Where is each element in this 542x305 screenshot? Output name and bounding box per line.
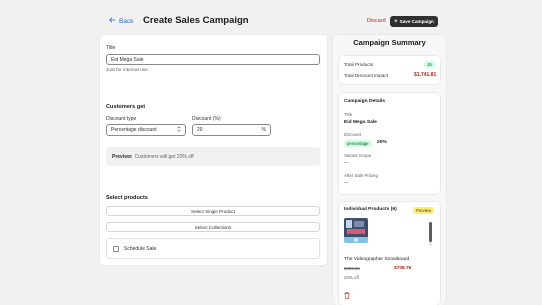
select-collections-button[interactable]: Select Collections [106, 222, 320, 232]
percent-suffix: % [261, 127, 266, 133]
back-button[interactable]: Back [109, 17, 133, 25]
discount-type-select[interactable]: Percentage discount [106, 124, 186, 136]
discount-percent-label: Discount (%) [192, 116, 221, 122]
after-sale-label: After Sale Pricing [344, 173, 378, 178]
total-products-label: Total Products [344, 62, 374, 67]
products-scrollbar[interactable] [429, 222, 432, 246]
product-off-text: 20% off [344, 275, 359, 280]
title-help-text: Just for internal use [106, 68, 148, 73]
variant-scope-label: Variant Scope [344, 153, 372, 158]
discount-type-badge: percentage [344, 140, 372, 147]
next-product-image [349, 300, 363, 305]
plus-icon: + [394, 18, 398, 25]
product-image [344, 218, 368, 243]
details-title-value: Eid Mega Sale [344, 120, 377, 125]
discount-type-label: Discount type [106, 116, 137, 122]
preview-text: Customers will get 20% off [134, 153, 194, 160]
save-campaign-button[interactable]: + Save Campaign [390, 16, 438, 27]
discount-type-value: Percentage discount [111, 127, 157, 133]
details-discount-value: 20% [377, 140, 387, 145]
discount-percent-value: 20 [197, 127, 203, 133]
schedule-sale-row[interactable]: Schedule Sale [106, 238, 320, 259]
title-input-value: Eid Mega Sale [111, 56, 144, 63]
schedule-sale-label: Schedule Sale [124, 245, 157, 252]
select-single-product-button[interactable]: Select Single Product [106, 206, 320, 216]
variant-scope-value: — [344, 160, 349, 165]
schedule-sale-checkbox[interactable] [113, 245, 119, 252]
discount-preview: Preview: Customers will get 20% off [106, 147, 320, 166]
title-label: Title [106, 45, 116, 51]
details-title-label: Title [344, 112, 353, 117]
campaign-details-heading: Campaign Details [344, 99, 386, 104]
page-title: Create Sales Campaign [143, 15, 249, 26]
after-sale-value: — [344, 180, 349, 185]
product-sale-price: $708.76 [394, 266, 412, 271]
customers-get-heading: Customers get [106, 104, 146, 110]
preview-prefix: Preview: [112, 153, 133, 160]
details-discount-label: Discount [344, 132, 362, 137]
totals-card [339, 56, 440, 84]
chevron-updown-icon [177, 126, 181, 134]
total-products-badge: 15 [424, 61, 435, 68]
total-discount-value: $1,741.81 [414, 72, 437, 78]
campaign-summary-title: Campaign Summary [353, 38, 426, 47]
discount-percent-input[interactable]: 20 % [192, 124, 271, 136]
save-campaign-label: Save Campaign [399, 19, 434, 24]
arrow-left-icon [109, 17, 116, 25]
total-discount-label: Total Discount Impact [344, 73, 388, 78]
product-name: The Videographer Snowboard [344, 257, 410, 262]
discard-button[interactable]: Discard [367, 18, 386, 24]
product-original-price: $885.95 [344, 266, 360, 271]
individual-products-heading: Individual Products (6) [344, 207, 397, 212]
select-products-heading: Select products [106, 195, 148, 201]
back-label: Back [119, 17, 134, 25]
title-input[interactable]: Eid Mega Sale [106, 54, 320, 65]
preview-badge: Preview [413, 207, 435, 214]
